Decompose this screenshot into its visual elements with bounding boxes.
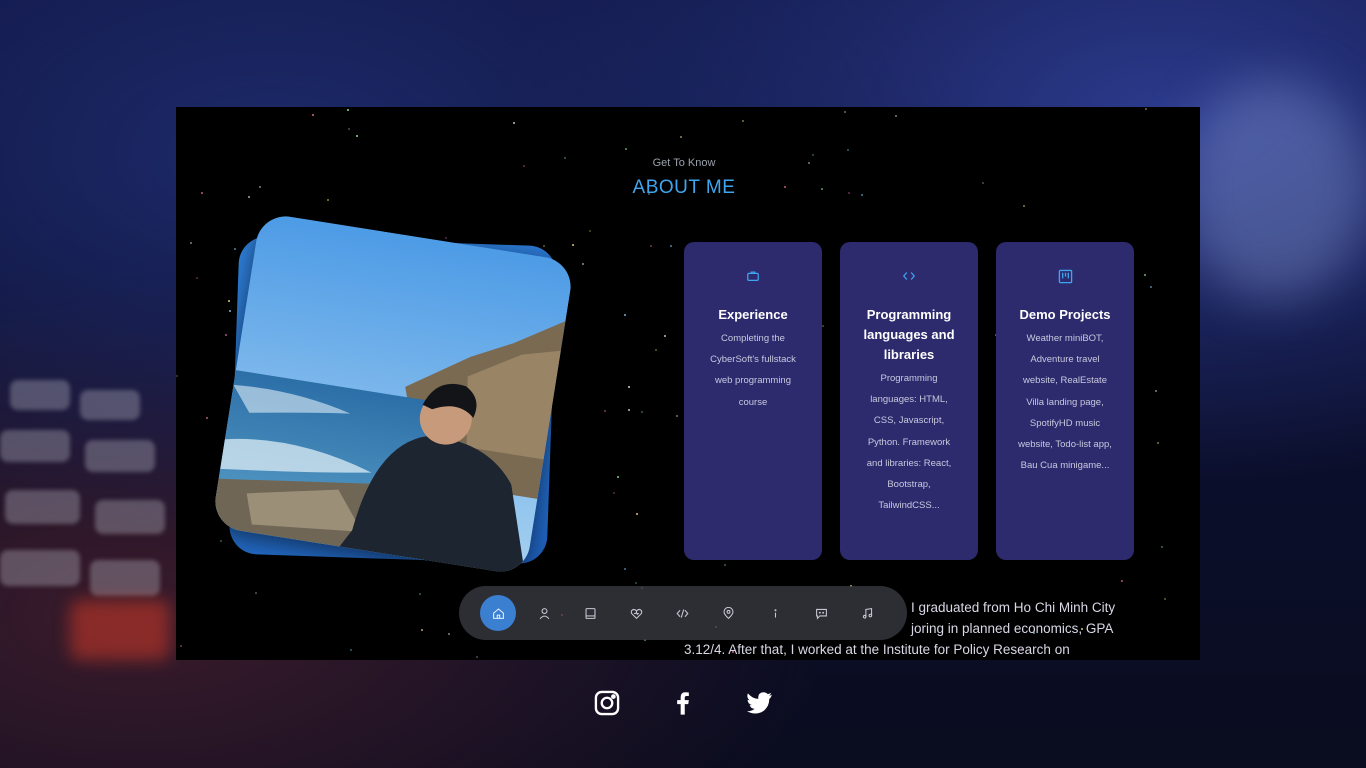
section-eyebrow: Get To Know — [652, 157, 716, 169]
card-description: Completing the CyberSoft's fullstack web… — [710, 333, 796, 408]
social-links — [592, 688, 774, 718]
star — [617, 475, 620, 478]
star — [327, 199, 330, 202]
star — [670, 244, 673, 247]
nav-contact[interactable] — [803, 595, 839, 631]
star — [676, 415, 679, 418]
card-title: Programming languages and libraries — [863, 307, 955, 362]
star — [254, 591, 257, 594]
star — [355, 134, 358, 137]
star — [1144, 273, 1147, 276]
star — [663, 335, 666, 338]
nav-experience[interactable] — [572, 595, 608, 631]
nav-services[interactable] — [619, 595, 655, 631]
star — [1161, 546, 1164, 549]
card-title: Demo Projects — [1019, 307, 1111, 322]
user-icon — [539, 607, 550, 619]
card-programming: Programming languages and libraries Prog… — [840, 242, 978, 560]
star — [513, 122, 516, 125]
star — [195, 277, 198, 280]
about-section: Get To Know ABOUT ME Experience Completi… — [176, 107, 1200, 660]
card-demo-projects: Demo Projects Weather miniBOT, Adventure… — [996, 242, 1134, 560]
star — [623, 568, 626, 571]
twitter-icon — [746, 692, 772, 714]
star — [603, 409, 606, 412]
info-icon — [774, 608, 777, 618]
star — [179, 645, 182, 648]
star — [843, 111, 846, 114]
star — [723, 563, 726, 566]
star — [346, 108, 349, 111]
star — [822, 325, 825, 327]
nav-info[interactable] — [757, 595, 793, 631]
star — [679, 135, 682, 138]
star — [581, 263, 584, 266]
star — [627, 409, 630, 412]
bottom-nav — [459, 586, 907, 640]
section-title: ABOUT ME — [632, 177, 736, 198]
star — [312, 114, 315, 116]
nav-music[interactable] — [850, 595, 886, 631]
star — [1121, 580, 1124, 583]
nav-home[interactable] — [480, 595, 516, 631]
nav-projects[interactable] — [665, 595, 701, 631]
star — [1163, 598, 1166, 601]
nav-about[interactable] — [526, 595, 562, 631]
home-icon — [492, 607, 504, 619]
star — [349, 649, 352, 652]
profile-photo — [211, 212, 575, 576]
star — [1154, 389, 1157, 392]
star — [625, 148, 628, 151]
card-experience: Experience Completing the CyberSoft's fu… — [684, 242, 822, 560]
star — [624, 314, 627, 317]
star — [1022, 205, 1025, 208]
nav-location[interactable] — [711, 595, 747, 631]
star — [741, 120, 744, 123]
card-title: Experience — [718, 307, 788, 322]
star — [421, 628, 424, 631]
location-icon — [723, 606, 734, 619]
star — [1144, 108, 1147, 110]
star — [613, 492, 616, 495]
twitter-link[interactable] — [744, 688, 774, 718]
code-icon — [901, 269, 917, 285]
heart-icon — [630, 608, 643, 619]
profile-photo-group — [211, 212, 575, 576]
card-description: Programming languages: HTML, CSS, Javasc… — [866, 373, 952, 512]
instagram-link[interactable] — [592, 688, 622, 718]
about-line: 3.12/4. After that, I worked at the Inst… — [684, 642, 1070, 657]
briefcase-icon — [745, 269, 761, 285]
star — [348, 127, 351, 130]
star — [628, 385, 631, 388]
star — [589, 229, 591, 232]
star — [894, 115, 897, 118]
star — [205, 417, 208, 420]
book-icon — [585, 607, 596, 619]
star — [636, 513, 639, 516]
star — [846, 149, 849, 152]
card-description: Weather miniBOT, Adventure travel websit… — [1018, 333, 1112, 472]
chat-icon — [815, 608, 827, 620]
star — [476, 656, 479, 659]
music-icon — [862, 607, 873, 619]
code-icon — [676, 608, 689, 618]
star — [641, 411, 644, 414]
star — [1156, 442, 1159, 445]
star — [654, 349, 657, 352]
instagram-icon — [594, 690, 620, 716]
star — [1150, 285, 1153, 288]
kanban-icon — [1057, 269, 1073, 285]
facebook-link[interactable] — [668, 688, 698, 718]
star — [189, 241, 192, 244]
star — [419, 593, 422, 596]
star — [634, 582, 637, 585]
star — [176, 374, 179, 377]
star — [650, 245, 653, 248]
background-light — [1180, 80, 1366, 300]
background-glow — [70, 600, 170, 660]
facebook-icon — [677, 692, 689, 715]
star — [571, 244, 574, 247]
star — [448, 633, 451, 636]
